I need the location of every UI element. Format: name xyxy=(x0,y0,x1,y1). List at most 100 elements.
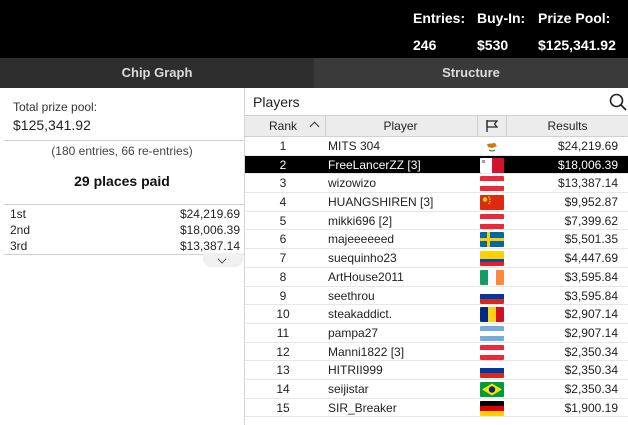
table-row[interactable]: 5 mikki696 [2] $7,399.62 xyxy=(245,212,628,231)
row-player-name: seethrou xyxy=(328,288,375,303)
payout-amount: $13,387.14 xyxy=(179,239,240,253)
chevron-up-icon xyxy=(309,121,320,132)
table-row[interactable]: 7 suequinho23 $4,447.69 xyxy=(245,249,628,268)
row-rank: 1 xyxy=(279,139,287,153)
prize-summary-panel: Total prize pool: $125,341.92 (180 entri… xyxy=(0,88,244,425)
tab-structure[interactable]: Structure xyxy=(314,58,628,88)
row-rank: 10 xyxy=(276,307,290,322)
column-flag[interactable] xyxy=(477,116,507,136)
buyin-stat: Buy-In: $530 xyxy=(477,10,525,53)
column-results[interactable]: Results xyxy=(507,116,628,136)
row-result: $2,350.34 xyxy=(564,363,618,378)
table-row[interactable]: 11 pampa27 $2,907.14 xyxy=(245,324,628,343)
row-result: $24,219.69 xyxy=(557,139,618,153)
expand-payouts-button[interactable] xyxy=(203,253,243,267)
row-player-name: pampa27 xyxy=(328,325,379,340)
row-result: $2,907.14 xyxy=(564,325,618,340)
table-row[interactable]: 9 seethrou $3,595.84 xyxy=(245,287,628,306)
row-player-name: seijistar xyxy=(328,381,369,396)
players-panel: Players Rank Player Results 1 MITS 304 $24… xyxy=(245,88,628,425)
payout-place: 2nd xyxy=(10,223,31,237)
payout-place: 1st xyxy=(10,207,27,221)
row-result: $3,595.84 xyxy=(564,269,618,284)
entries-stat: Entries: 246 xyxy=(413,10,465,53)
austria-flag-icon xyxy=(480,344,504,360)
russia-flag-icon xyxy=(480,363,504,379)
table-row[interactable]: 2 FreeLancerZZ [3] $18,006.39 xyxy=(245,155,628,175)
row-result: $18,006.39 xyxy=(557,157,618,172)
column-rank[interactable]: Rank xyxy=(245,116,321,136)
column-rank-label: Rank xyxy=(268,119,297,133)
entries-breakdown: (180 entries, 66 re-entries) xyxy=(51,144,193,158)
table-row[interactable]: 10 steakaddict. $2,907.14 xyxy=(245,305,628,324)
total-prize-value: $125,341.92 xyxy=(13,117,91,133)
table-row[interactable]: 6 majeeeeeed $5,501.35 xyxy=(245,230,628,250)
payout-amount: $24,219.69 xyxy=(179,207,240,221)
cyprus-flag-icon xyxy=(480,139,504,154)
row-rank: 6 xyxy=(279,232,287,247)
payout-row: 3rd $13,387.14 xyxy=(4,238,244,254)
row-player-name: suequinho23 xyxy=(328,251,397,266)
ecuador-flag-icon xyxy=(480,251,504,267)
row-result: $9,952.87 xyxy=(564,195,618,210)
tournament-header: Entries: 246 Buy-In: $530 Prize Pool: $1… xyxy=(0,0,628,58)
chevron-down-icon xyxy=(217,254,227,264)
row-player-name: steakaddict. xyxy=(328,307,393,322)
table-row[interactable]: 3 wizowizo $13,387.14 xyxy=(245,174,628,194)
row-result: $2,350.34 xyxy=(564,381,618,396)
row-rank: 15 xyxy=(276,400,290,415)
players-table-body: 1 MITS 304 $24,219.69 2 FreeLancerZZ [3] $18,… xyxy=(245,137,628,418)
column-player[interactable]: Player xyxy=(325,116,475,136)
row-player-name: SIR_Breaker xyxy=(328,400,397,415)
row-result: $2,907.14 xyxy=(564,307,618,322)
row-rank: 11 xyxy=(276,325,290,340)
row-result: $2,350.34 xyxy=(564,344,618,359)
austria-flag-icon xyxy=(480,176,504,192)
table-row[interactable]: 13 HITRII999 $2,350.34 xyxy=(245,361,628,380)
row-rank: 8 xyxy=(279,269,287,284)
payout-place: 3rd xyxy=(10,239,28,253)
players-table-header: Rank Player Results xyxy=(245,115,628,137)
table-row[interactable]: 4 HUANGSHIREN [3] $9,952.87 xyxy=(245,193,628,212)
ireland-flag-icon xyxy=(480,269,504,285)
row-player-name: wizowizo xyxy=(328,176,377,191)
table-row[interactable]: 14 seijistar $2,350.34 xyxy=(245,380,628,399)
players-title: Players xyxy=(253,94,300,110)
argentina-flag-icon xyxy=(480,325,504,341)
russia-flag-icon xyxy=(480,288,504,304)
row-result: $5,501.35 xyxy=(564,232,618,247)
payout-amount: $18,006.39 xyxy=(179,223,240,237)
row-rank: 9 xyxy=(279,288,287,303)
prize-pool-label: Prize Pool: xyxy=(538,10,611,26)
row-player-name: HITRII999 xyxy=(328,363,383,378)
row-player-name: mikki696 [2] xyxy=(328,213,393,228)
brazil-flag-icon xyxy=(480,381,504,397)
row-result: $7,399.62 xyxy=(564,213,618,228)
tab-chip-graph[interactable]: Chip Graph xyxy=(0,58,314,88)
row-rank: 4 xyxy=(279,195,287,210)
buyin-label: Buy-In: xyxy=(477,10,526,26)
row-rank: 3 xyxy=(279,176,287,191)
search-icon[interactable] xyxy=(609,93,627,111)
row-player-name: majeeeeeed xyxy=(328,232,395,247)
row-rank: 12 xyxy=(276,344,290,359)
row-player-name: MITS 304 xyxy=(328,139,381,153)
divider xyxy=(4,204,244,205)
row-rank: 14 xyxy=(276,381,290,396)
row-rank: 2 xyxy=(279,157,287,172)
row-result: $3,595.84 xyxy=(564,288,618,303)
flag-icon xyxy=(486,120,499,132)
table-row[interactable]: 8 ArtHouse2011 $3,595.84 xyxy=(245,268,628,287)
buyin-value: $530 xyxy=(477,37,509,53)
tab-bar: Chip Graph Structure xyxy=(0,58,628,88)
table-row[interactable]: 12 Manni1822 [3] $2,350.34 xyxy=(245,343,628,362)
table-row[interactable]: 1 MITS 304 $24,219.69 xyxy=(245,137,628,156)
row-player-name: FreeLancerZZ [3] xyxy=(328,157,421,172)
row-rank: 13 xyxy=(276,363,290,378)
row-rank: 5 xyxy=(279,213,287,228)
prize-pool-stat: Prize Pool: $125,341.92 xyxy=(538,10,616,53)
total-prize-label: Total prize pool: xyxy=(13,100,98,114)
entries-label: Entries: xyxy=(413,10,466,26)
row-rank: 7 xyxy=(279,251,287,266)
table-row[interactable]: 15 SIR_Breaker $1,900.19 xyxy=(245,399,628,418)
